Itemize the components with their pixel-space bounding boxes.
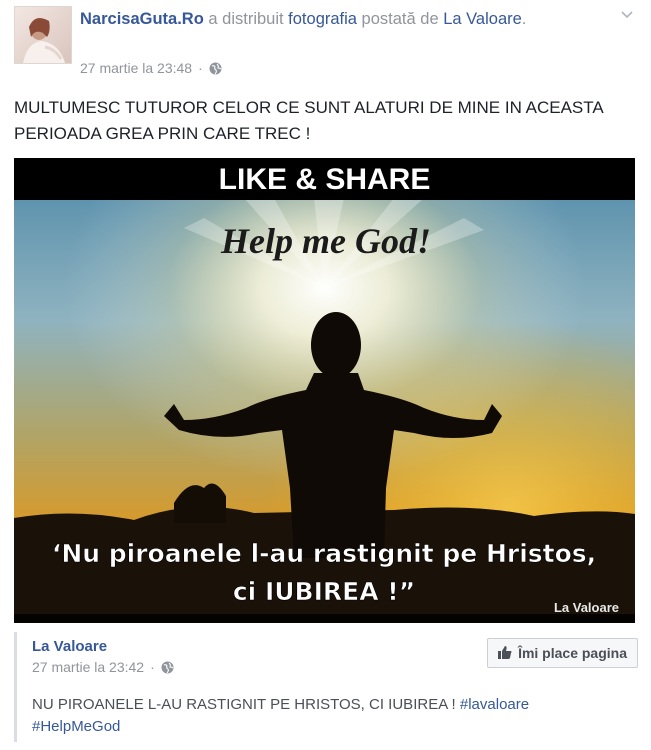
period: . (521, 10, 527, 28)
post-timestamp[interactable]: 27 martie la 23:48 (80, 60, 192, 76)
action-text: a distribuit (203, 10, 289, 28)
embedded-original-post: La Valoare 27 martie la 23:42 · Îmi plac… (14, 632, 638, 742)
hashtag-lavaloare[interactable]: #lavaloare (460, 696, 529, 713)
avatar-image (15, 7, 71, 63)
embed-meta: 27 martie la 23:42 · (32, 659, 174, 675)
post-text: MULTUMESC TUTUROR CELOR CE SUNT ALATURI … (14, 98, 603, 143)
photo-link[interactable]: fotografia (288, 10, 357, 28)
author-link[interactable]: NarcisaGuta.Ro (80, 10, 204, 28)
embed-separator: · (150, 659, 155, 675)
author-avatar[interactable] (14, 6, 72, 64)
post-header: NarcisaGuta.Ro a distribuit fotografia p… (80, 6, 610, 33)
globe-icon[interactable] (209, 62, 222, 75)
chevron-down-icon[interactable] (620, 7, 634, 21)
post-meta: 27 martie la 23:48 · (80, 60, 222, 76)
posted-by-text: postată de (356, 10, 444, 28)
like-share-banner: LIKE & SHARE (219, 163, 431, 196)
like-page-label: Îmi place pagina (518, 645, 627, 661)
watermark: La Valoare (554, 600, 619, 615)
embed-text: NU PIROANELE L-AU RASTIGNIT PE HRISTOS, … (32, 694, 622, 738)
globe-icon[interactable] (161, 661, 174, 674)
quote-line-1: ‘Nu piroanele l-au rastignit pe Hristos, (52, 539, 596, 568)
embed-timestamp[interactable]: 27 martie la 23:42 (32, 659, 144, 675)
photo-canvas: LIKE & SHARE Help me God! ‘Nu piroanele … (14, 158, 635, 623)
quote-line-2: ci IUBIREA !” (233, 577, 415, 606)
embed-page-name[interactable]: La Valoare (32, 638, 107, 655)
help-me-god-heading: Help me God! (220, 221, 431, 261)
original-page-link[interactable]: La Valoare (443, 10, 522, 28)
shared-photo[interactable]: LIKE & SHARE Help me God! ‘Nu piroanele … (14, 158, 635, 623)
meta-separator: · (198, 60, 203, 76)
like-page-button[interactable]: Îmi place pagina (487, 638, 638, 668)
thumbs-up-icon (498, 645, 512, 662)
hashtag-helpmegod[interactable]: #HelpMeGod (32, 718, 120, 735)
embed-text-body: NU PIROANELE L-AU RASTIGNIT PE HRISTOS, … (32, 696, 460, 713)
